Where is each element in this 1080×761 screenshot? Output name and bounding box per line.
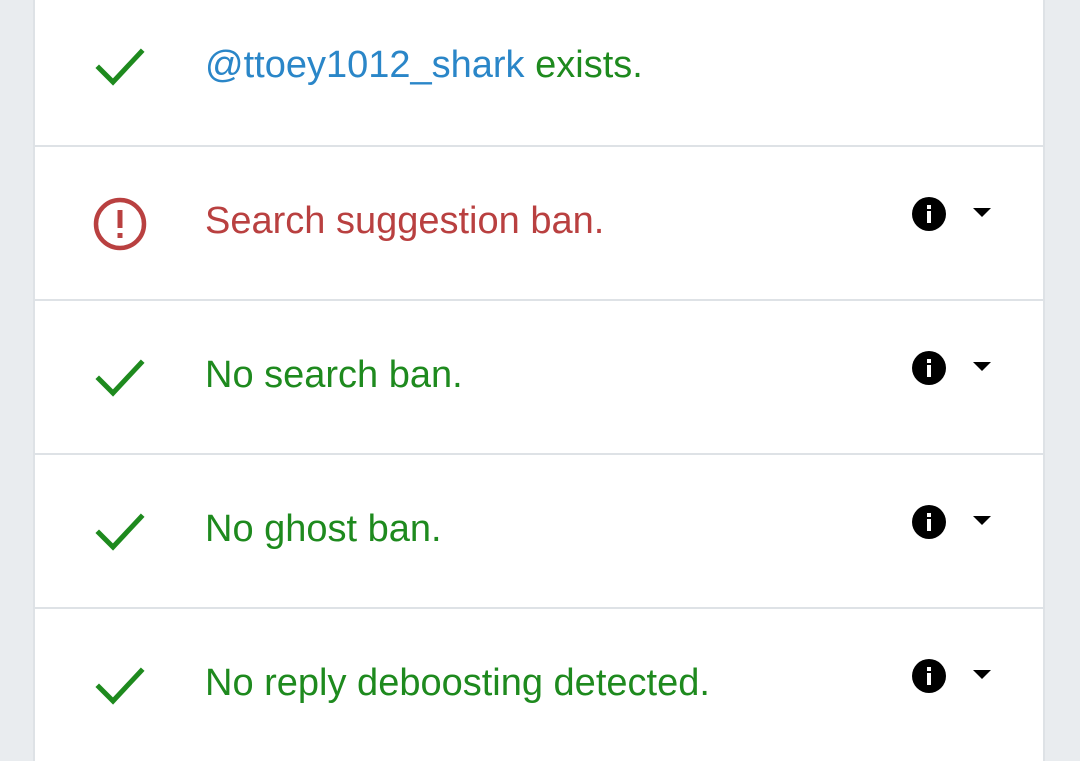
result-row-ghost-ban: No ghost ban. <box>35 455 1043 609</box>
result-text: @ttoey1012_shark exists. <box>205 43 643 87</box>
result-text: No ghost ban. <box>205 508 442 550</box>
profile-handle-link[interactable]: @ttoey1012_shark <box>205 44 525 86</box>
result-text-suffix: exists. <box>524 44 643 86</box>
result-row-exists: @ttoey1012_shark exists. <box>35 0 1043 147</box>
alert-circle-icon <box>91 195 149 253</box>
caret-down-icon[interactable] <box>973 208 991 218</box>
details-toggle[interactable] <box>911 658 1001 694</box>
result-row-reply-deboosting: No reply deboosting detected. <box>35 609 1043 761</box>
result-row-search-suggestion-ban: Search suggestion ban. <box>35 147 1043 301</box>
result-text: No search ban. <box>205 354 463 396</box>
result-text: Search suggestion ban. <box>205 200 605 242</box>
shadowban-results-panel: @ttoey1012_shark exists. Search suggesti… <box>33 0 1045 761</box>
result-row-search-ban: No search ban. <box>35 301 1043 455</box>
info-icon[interactable] <box>911 196 947 232</box>
check-icon <box>91 503 149 561</box>
info-icon[interactable] <box>911 504 947 540</box>
details-toggle[interactable] <box>911 504 1001 540</box>
caret-down-icon[interactable] <box>973 362 991 372</box>
details-toggle[interactable] <box>911 196 1001 232</box>
check-icon <box>91 349 149 407</box>
info-icon[interactable] <box>911 658 947 694</box>
caret-down-icon[interactable] <box>973 516 991 526</box>
details-toggle[interactable] <box>911 350 1001 386</box>
check-icon <box>91 657 149 715</box>
info-icon[interactable] <box>911 350 947 386</box>
result-text: No reply deboosting detected. <box>205 662 710 704</box>
check-icon <box>91 38 149 96</box>
caret-down-icon[interactable] <box>973 670 991 680</box>
